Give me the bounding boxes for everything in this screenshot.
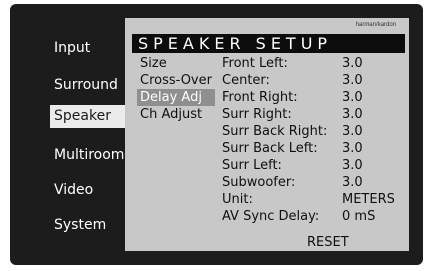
osd-screen: Input Surround Speaker Multiroom Video S… — [10, 4, 423, 265]
panel-title-bar: SPEAKER SETUP — [132, 34, 405, 53]
setting-label: Front Right: — [222, 90, 298, 105]
nav-item-input[interactable]: Input — [50, 37, 134, 60]
setting-label: Center: — [222, 73, 270, 88]
setting-value: 3.0 — [342, 73, 363, 88]
submenu-item-delay-adj[interactable]: Delay Adj — [137, 89, 215, 106]
panel-title: SPEAKER SETUP — [138, 34, 333, 53]
setting-value: METERS — [342, 192, 395, 207]
setting-value: 0 mS — [342, 209, 376, 224]
setting-label: Surr Back Right: — [222, 124, 328, 139]
speaker-setup-panel: harman/kardon SPEAKER SETUP Size Cross-O… — [125, 18, 409, 251]
setting-value: 3.0 — [342, 141, 363, 156]
setting-label: AV Sync Delay: — [222, 209, 320, 224]
setting-label: Surr Right: — [222, 107, 292, 122]
setting-value: 3.0 — [342, 107, 363, 122]
nav-item-multiroom[interactable]: Multiroom — [50, 144, 134, 167]
submenu-item-ch-adjust[interactable]: Ch Adjust — [137, 106, 215, 123]
nav-item-speaker[interactable]: Speaker — [50, 105, 134, 128]
setting-value: 3.0 — [342, 124, 363, 139]
setting-label: Front Left: — [222, 56, 288, 71]
setting-value: 3.0 — [342, 175, 363, 190]
nav-item-video[interactable]: Video — [50, 179, 134, 202]
setting-label: Unit: — [222, 192, 253, 207]
nav-item-system[interactable]: System — [50, 214, 134, 237]
setting-label: Surr Back Left: — [222, 141, 318, 156]
setting-label: Surr Left: — [222, 158, 282, 173]
setting-label: Subwoofer: — [222, 175, 296, 190]
setting-value: 3.0 — [342, 90, 363, 105]
setting-value: 3.0 — [342, 158, 363, 173]
submenu-item-size[interactable]: Size — [137, 55, 215, 72]
reset-button[interactable]: RESET — [307, 234, 349, 251]
setting-value: 3.0 — [342, 56, 363, 71]
submenu-item-cross-over[interactable]: Cross-Over — [137, 72, 215, 89]
brand-logo: harman/kardon — [355, 22, 396, 28]
nav-item-surround[interactable]: Surround — [50, 74, 134, 97]
